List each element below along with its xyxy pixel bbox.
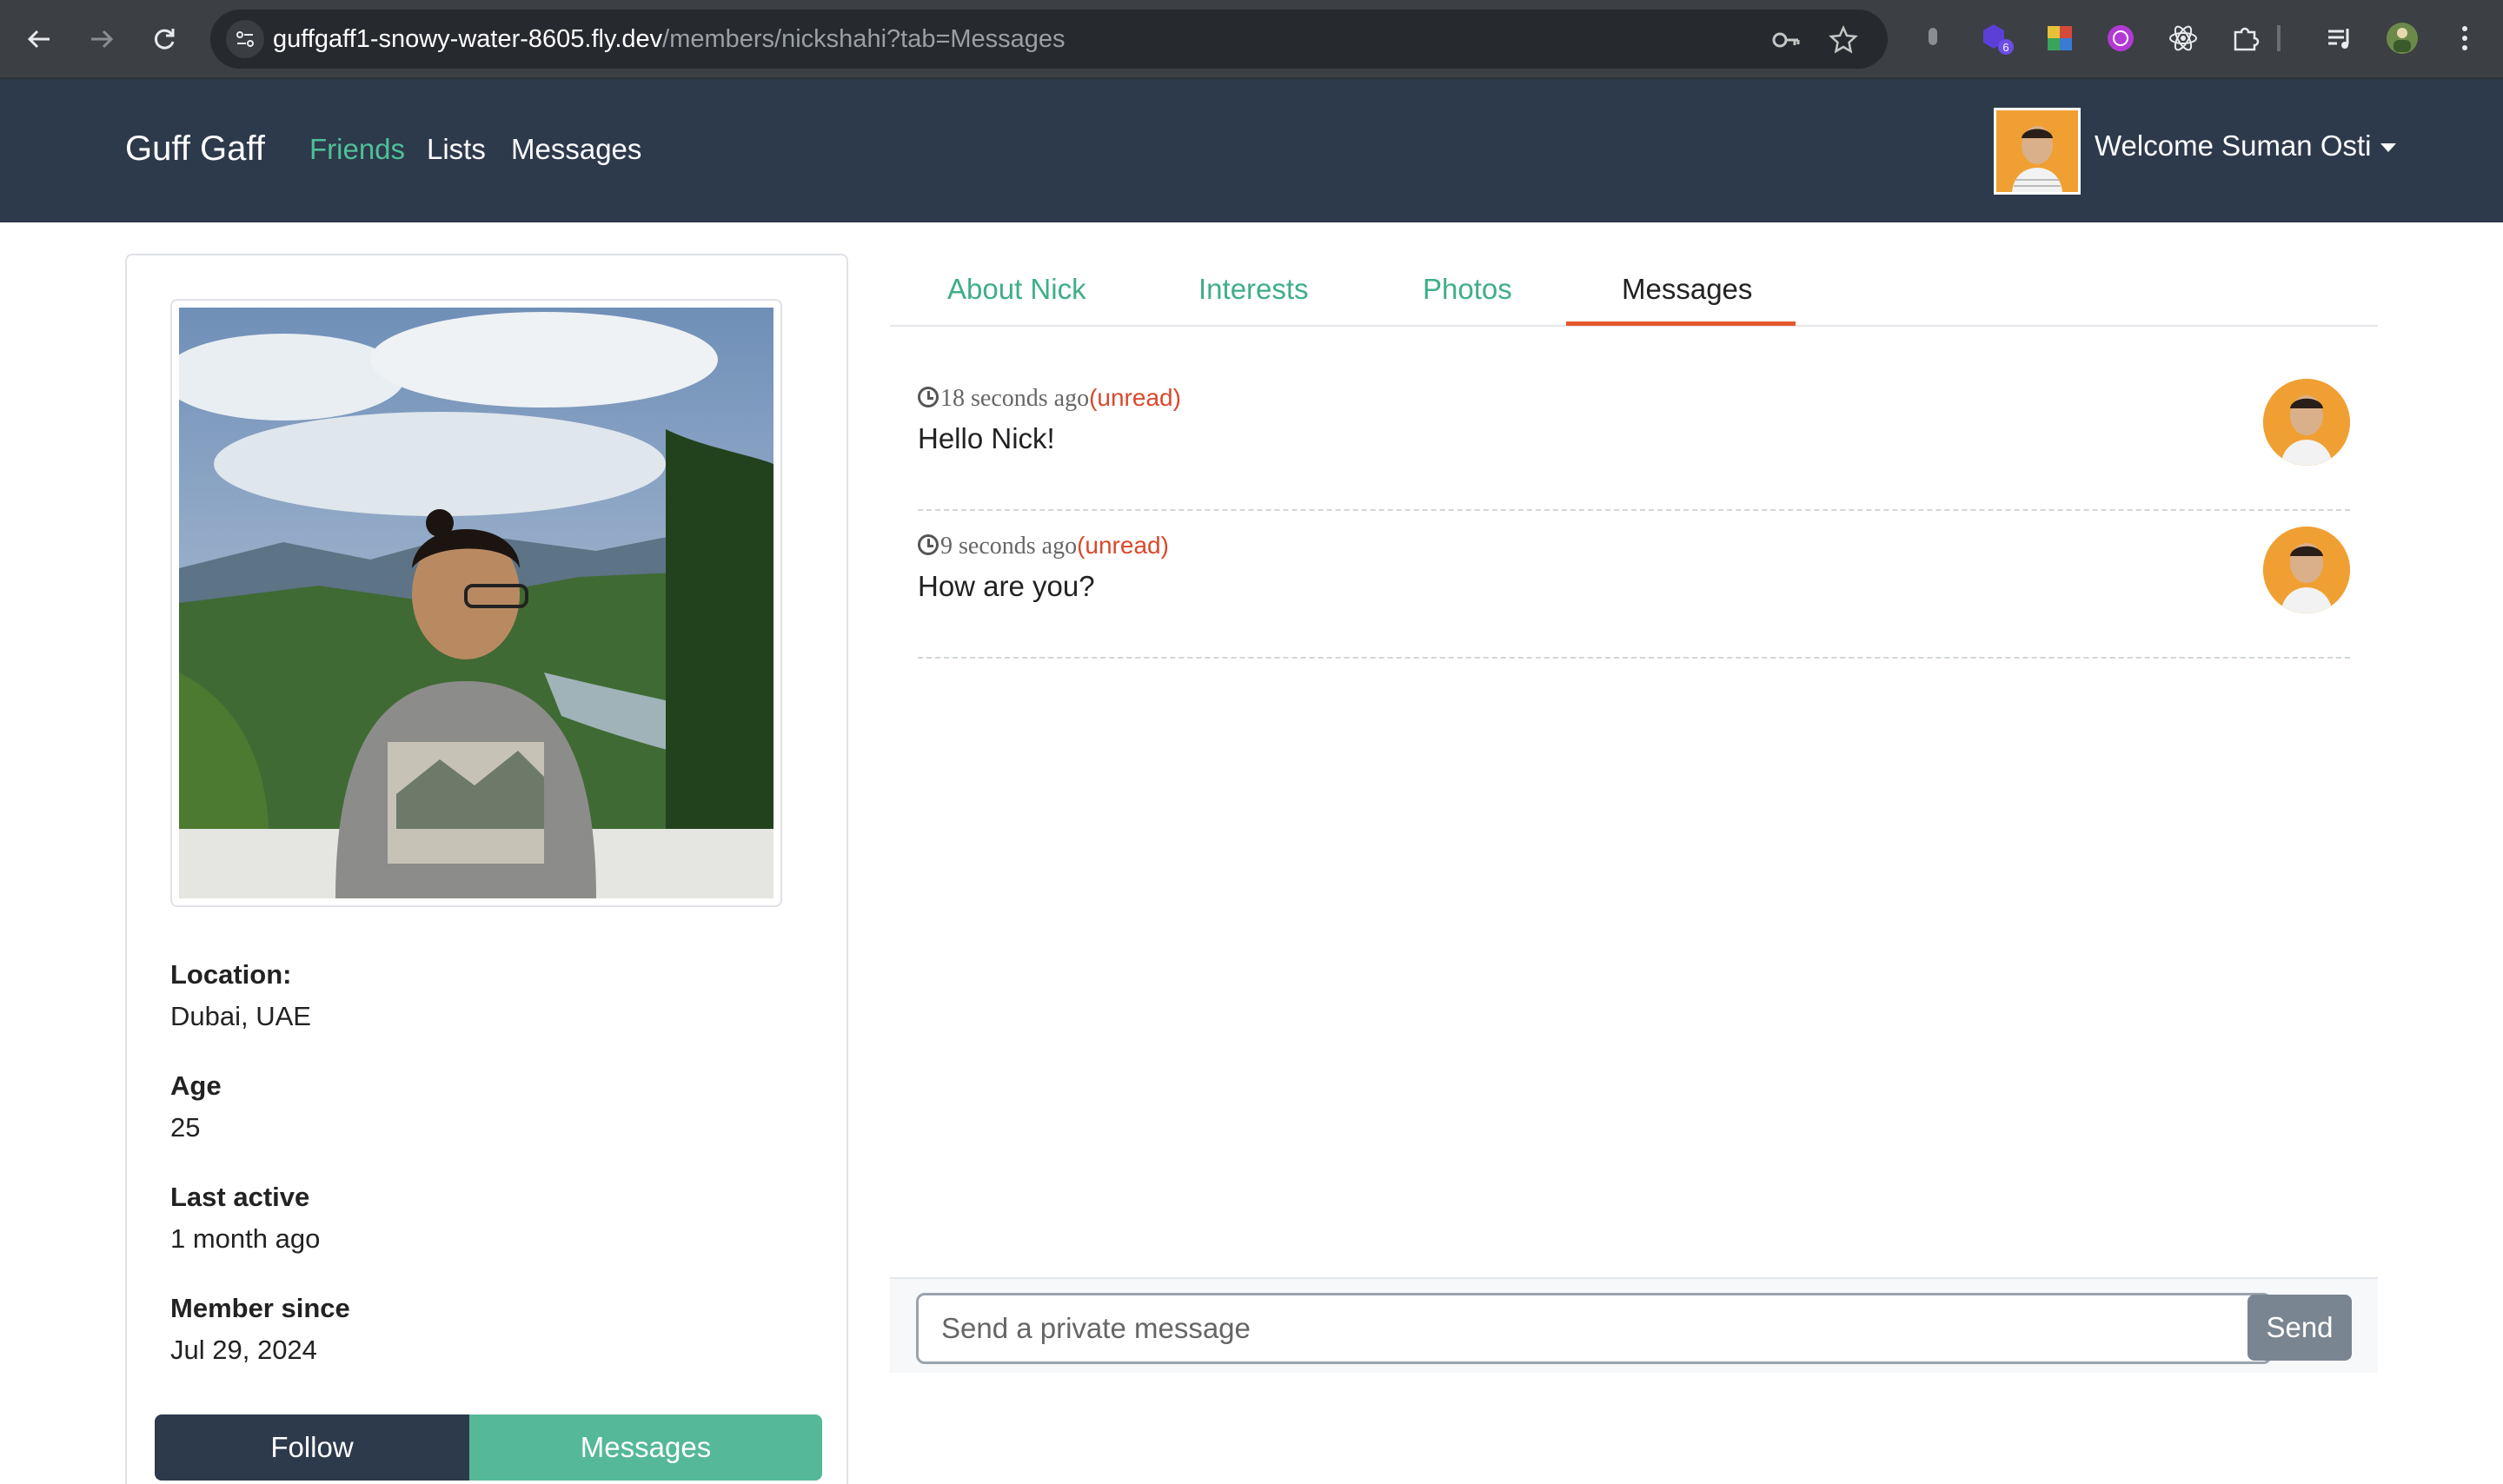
message-text: How are you?	[918, 570, 1095, 602]
user-menu-toggle[interactable]: Welcome Suman Osti	[2095, 129, 2396, 162]
messages-button[interactable]: Messages	[469, 1414, 822, 1481]
last-active-label: Last active	[170, 1182, 310, 1212]
message-time: 9 seconds ago	[940, 533, 1078, 560]
extension-badge: 6	[2002, 41, 2008, 54]
more-menu-icon[interactable]	[2447, 21, 2482, 56]
nav-link-friends[interactable]: Friends	[309, 133, 405, 166]
app-navbar: Guff Gaff Friends Lists Messages Welcome…	[0, 79, 2503, 222]
url-text: guffgaff1-snowy-water-8605.fly.dev/membe…	[273, 24, 1066, 54]
profile-photo	[179, 308, 773, 898]
location-value: Dubai, UAE	[170, 1001, 311, 1031]
reading-list-icon[interactable]	[2322, 21, 2357, 56]
welcome-text: Welcome Suman Osti	[2095, 129, 2372, 162]
active-tab-underline	[1566, 321, 1796, 326]
message-meta: 9 seconds ago(unread)	[918, 532, 1169, 560]
url-path: /members/nickshahi?tab=Messages	[662, 25, 1066, 53]
message-status: (unread)	[1089, 384, 1181, 411]
tab-about[interactable]: About Nick	[947, 273, 1086, 306]
browser-toolbar: guffgaff1-snowy-water-8605.fly.dev/membe…	[0, 0, 2503, 79]
age-value: 25	[170, 1112, 201, 1143]
age-info: Age 25	[170, 1070, 222, 1143]
age-label: Age	[170, 1070, 222, 1101]
bookmark-star-icon[interactable]	[1829, 24, 1858, 55]
message-item: 9 seconds ago(unread) How are you?	[918, 527, 2350, 659]
url-host: guffgaff1-snowy-water-8605.fly.dev	[273, 25, 663, 53]
profile-icon[interactable]	[2385, 21, 2420, 56]
tab-messages[interactable]: Messages	[1622, 273, 1752, 306]
message-text: Hello Nick!	[918, 422, 1055, 454]
location-label: Location:	[170, 959, 292, 990]
address-bar[interactable]: guffgaff1-snowy-water-8605.fly.dev/membe…	[210, 10, 1888, 69]
nav-link-messages[interactable]: Messages	[511, 133, 641, 166]
extension-mic-icon[interactable]	[1915, 21, 1950, 56]
member-since-label: Member since	[170, 1293, 350, 1323]
tab-photos[interactable]: Photos	[1423, 273, 1512, 306]
send-button[interactable]: Send	[2247, 1295, 2352, 1361]
password-key-icon[interactable]	[1771, 25, 1801, 55]
reload-icon[interactable]	[143, 17, 186, 61]
message-status: (unread)	[1077, 532, 1169, 559]
profile-tabs: About Nick Interests Photos Messages	[890, 254, 2378, 327]
message-composer: Send	[890, 1277, 2378, 1373]
user-avatar[interactable]	[1994, 108, 2081, 195]
member-since-value: Jul 29, 2024	[170, 1335, 317, 1365]
message-time: 18 seconds ago	[940, 385, 1090, 412]
sender-avatar	[2263, 379, 2350, 466]
profile-photo-frame	[170, 299, 782, 907]
toolbar-divider	[2277, 25, 2281, 51]
forward-icon[interactable]	[80, 17, 123, 61]
location-info: Location: Dubai, UAE	[170, 959, 311, 1032]
clock-icon	[918, 534, 939, 555]
clock-icon	[918, 387, 939, 407]
sender-avatar	[2263, 527, 2350, 613]
extension-color-icon[interactable]	[2042, 21, 2077, 56]
brand-logo[interactable]: Guff Gaff	[125, 129, 265, 169]
last-active-info: Last active 1 month ago	[170, 1182, 320, 1255]
react-devtools-icon[interactable]	[2166, 21, 2201, 56]
nav-link-lists[interactable]: Lists	[427, 133, 486, 166]
site-info-icon[interactable]	[226, 20, 264, 58]
follow-button[interactable]: Follow	[155, 1414, 469, 1481]
back-icon[interactable]	[17, 17, 61, 61]
message-item: 18 seconds ago(unread) Hello Nick!	[918, 379, 2350, 511]
profile-card: Location: Dubai, UAE Age 25 Last active …	[125, 254, 848, 1484]
message-input[interactable]	[916, 1293, 2272, 1364]
extension-hexagon-icon[interactable]: 6	[1980, 21, 2015, 56]
extension-graphql-icon[interactable]	[2103, 21, 2138, 56]
extensions-puzzle-icon[interactable]	[2228, 21, 2263, 56]
caret-down-icon	[2380, 143, 2396, 153]
member-since-info: Member since Jul 29, 2024	[170, 1293, 350, 1366]
last-active-value: 1 month ago	[170, 1223, 321, 1254]
tab-interests[interactable]: Interests	[1198, 273, 1309, 306]
message-meta: 18 seconds ago(unread)	[918, 384, 1181, 413]
